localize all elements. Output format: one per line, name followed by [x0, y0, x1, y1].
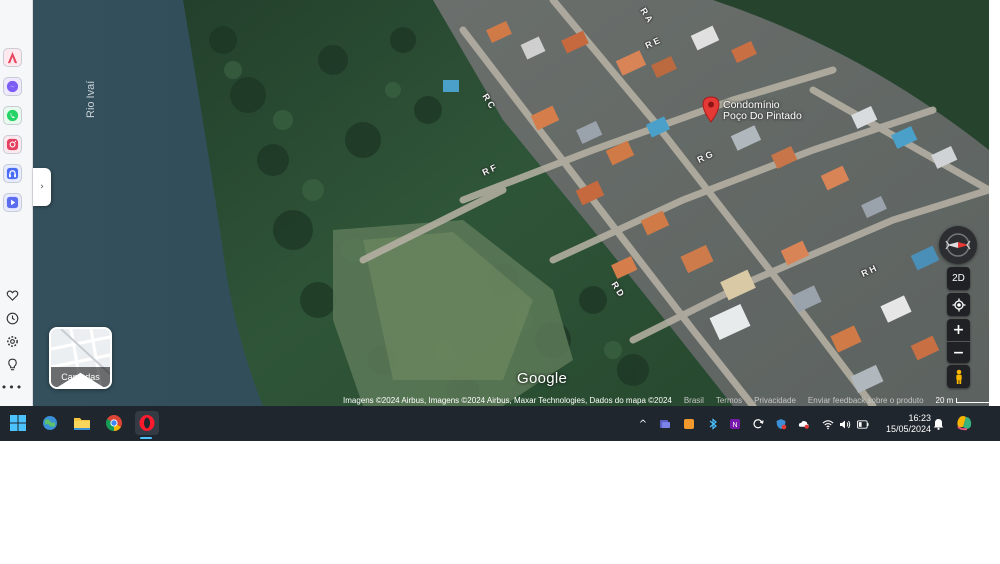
teams-tray-icon[interactable]: [659, 418, 671, 430]
whatsapp-icon[interactable]: [3, 106, 22, 125]
pegman-icon: [955, 369, 962, 384]
instagram-icon[interactable]: [3, 135, 22, 154]
2d-toggle-button[interactable]: 2D: [947, 267, 970, 290]
wifi-icon[interactable]: [822, 418, 834, 430]
satellite-imagery: [33, 0, 989, 406]
music-player-icon[interactable]: [3, 164, 22, 183]
svg-text:N: N: [732, 422, 737, 429]
feedback-link[interactable]: Enviar feedback sobre o produto: [808, 396, 924, 405]
scale-label: 20 m: [935, 395, 954, 405]
zoom-in-button[interactable]: +: [947, 319, 970, 341]
screen: ••• Rio Ivaí R A R C R E R F R G R D R H…: [0, 0, 1000, 441]
show-hidden-icons-button[interactable]: ^: [637, 418, 649, 430]
file-explorer-icon[interactable]: [71, 412, 93, 434]
video-player-icon[interactable]: [3, 193, 22, 212]
layers-button[interactable]: Camadas: [49, 327, 112, 389]
my-location-button[interactable]: [947, 293, 970, 316]
defender-tray-icon[interactable]: [775, 418, 787, 430]
privacy-link[interactable]: Privacidade: [754, 396, 796, 405]
compass-button[interactable]: [939, 226, 977, 264]
chrome-icon[interactable]: [103, 412, 125, 434]
volume-icon[interactable]: [839, 418, 851, 430]
place-label[interactable]: Condomínio Poço Do Pintado: [723, 100, 802, 122]
onenote-tray-icon[interactable]: N: [729, 418, 741, 430]
messenger-icon[interactable]: [3, 77, 22, 96]
country-link[interactable]: Brasil: [684, 396, 704, 405]
clock-time: 16:23: [908, 413, 931, 423]
satellite-map[interactable]: Rio Ivaí R A R C R E R F R G R D R H Con…: [33, 0, 989, 406]
history-clock-icon[interactable]: [4, 310, 20, 326]
expand-panel-button[interactable]: ›: [33, 168, 51, 206]
sync-icon[interactable]: [752, 418, 764, 430]
compass-icon: [945, 233, 971, 257]
clock-date: 15/05/2024: [885, 424, 931, 434]
zoom-controls: + −: [947, 319, 970, 363]
lightbulb-icon[interactable]: [4, 356, 20, 372]
scale-indicator[interactable]: 20 m: [936, 396, 989, 405]
more-options-icon[interactable]: •••: [1, 379, 22, 395]
windows-taskbar: ^ N 16:23 15/05/2024: [0, 406, 1000, 441]
layers-icon: [57, 372, 104, 387]
gear-icon[interactable]: [4, 333, 20, 349]
map-attribution-bar: Imagens ©2024 Airbus, Imagens ©2024 Airb…: [343, 394, 989, 406]
browser-sidebar: •••: [0, 0, 33, 406]
bluetooth-icon[interactable]: [707, 418, 719, 430]
opera-icon[interactable]: [135, 411, 159, 435]
start-button[interactable]: [7, 412, 29, 434]
location-pin-icon[interactable]: [701, 95, 721, 123]
terms-link[interactable]: Termos: [716, 396, 742, 405]
crosshair-icon: [952, 298, 965, 311]
google-logo: Google: [517, 370, 568, 387]
windows-logo-icon: [10, 415, 26, 431]
aria-app-icon[interactable]: [3, 48, 22, 67]
river-label: Rio Ivaí: [85, 80, 97, 118]
layers-label-bar: Camadas: [51, 367, 110, 387]
heart-icon[interactable]: [4, 287, 20, 303]
street-view-pegman-button[interactable]: [947, 365, 970, 388]
active-app-indicator: [140, 437, 152, 439]
cloud-sync-icon[interactable]: [798, 418, 810, 430]
zoom-out-button[interactable]: −: [947, 342, 970, 364]
imagery-credit: Imagens ©2024 Airbus, Imagens ©2024 Airb…: [343, 395, 672, 405]
scale-bar: [956, 397, 989, 403]
copilot-icon[interactable]: [953, 412, 975, 434]
place-name-line2: Poço Do Pintado: [723, 110, 802, 122]
system-clock[interactable]: 16:23 15/05/2024: [877, 413, 931, 435]
battery-icon[interactable]: [857, 418, 869, 430]
app-tray-icon[interactable]: [683, 418, 695, 430]
weather-widget-icon[interactable]: [39, 412, 61, 434]
notification-bell-icon[interactable]: [932, 418, 944, 430]
